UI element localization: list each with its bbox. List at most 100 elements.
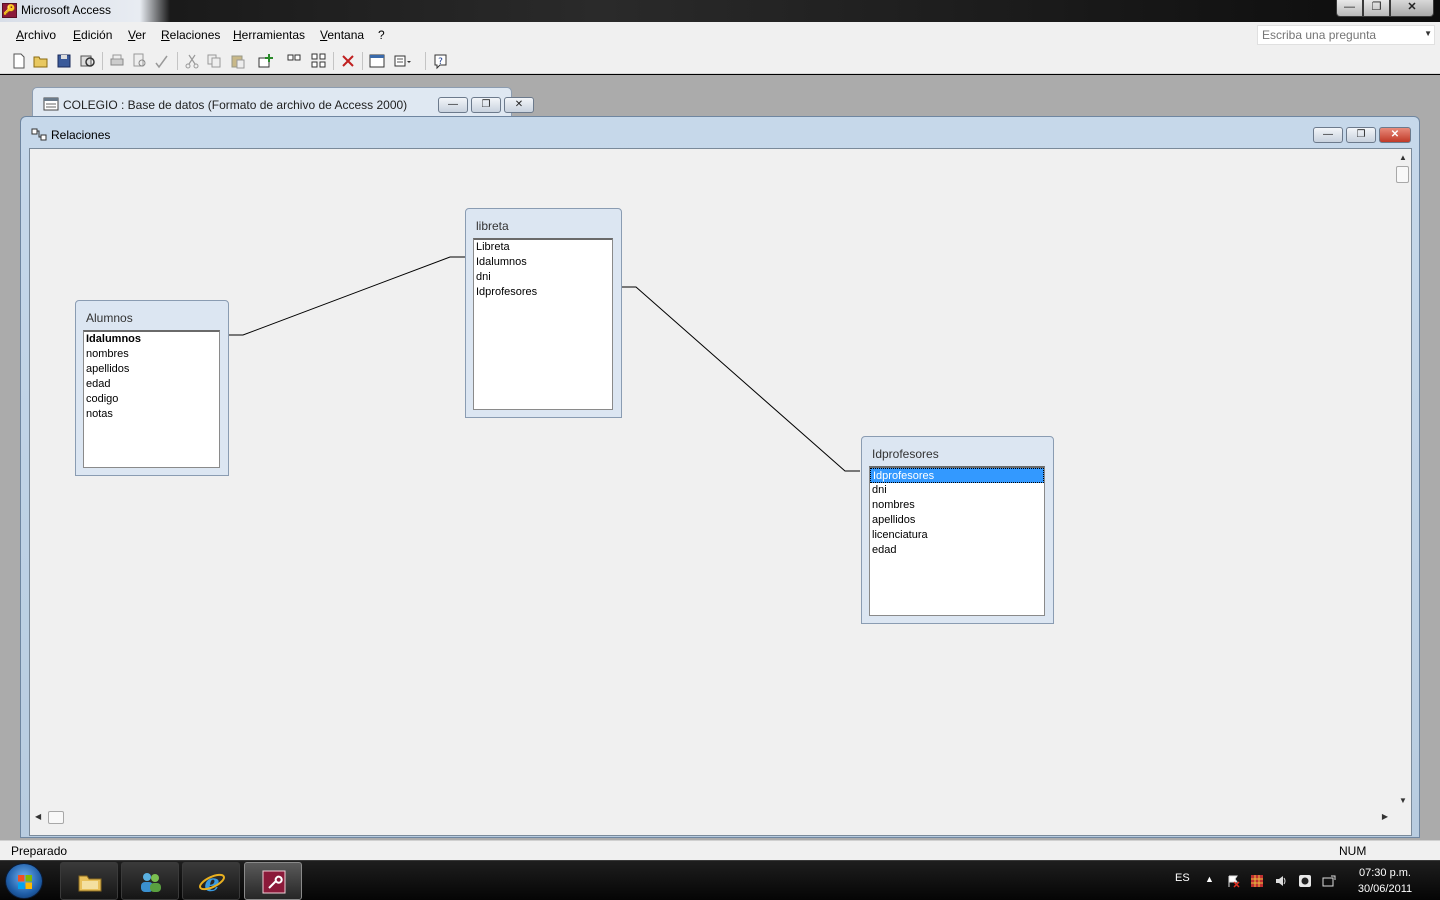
help-icon[interactable]: ? <box>432 52 450 70</box>
show-table-icon[interactable] <box>257 52 275 70</box>
table-libreta[interactable]: libreta Libreta Idalumnos dni Idprofesor… <box>465 208 622 418</box>
table-idprofesores[interactable]: Idprofesores Idprofesores dni nombres ap… <box>861 436 1054 624</box>
menu-ventana[interactable]: Ventana <box>320 28 364 42</box>
clock[interactable]: 07:30 p.m. 30/06/2011 <box>1352 865 1418 897</box>
vertical-scrollbar[interactable]: ▲ ▼ <box>1394 149 1411 809</box>
open-icon[interactable] <box>32 52 50 70</box>
table-idprofesores-title: Idprofesores <box>872 447 939 461</box>
field-edad[interactable]: edad <box>84 377 219 392</box>
field-notas[interactable]: notas <box>84 407 219 422</box>
field-dni[interactable]: dni <box>870 483 1044 498</box>
chevron-down-icon[interactable]: ▼ <box>1424 29 1432 38</box>
new-icon[interactable] <box>10 52 28 70</box>
windows-logo-icon <box>18 875 32 889</box>
field-apellidos[interactable]: apellidos <box>84 362 219 377</box>
taskbar-explorer[interactable] <box>60 862 118 900</box>
window-controls: — ❐ ✕ <box>1336 0 1434 17</box>
start-button[interactable] <box>5 863 43 899</box>
field-idalumnos[interactable]: Idalumnos <box>84 332 219 347</box>
svg-text:?: ? <box>438 57 443 67</box>
print-icon[interactable] <box>108 52 126 70</box>
network-icon[interactable] <box>1322 874 1336 888</box>
relationships-icon <box>31 128 47 145</box>
spelling-icon[interactable] <box>153 52 171 70</box>
database-window-icon[interactable] <box>368 52 386 70</box>
field-idprofesores[interactable]: Idprofesores <box>870 468 1044 483</box>
taskbar-access[interactable] <box>244 862 302 900</box>
save-icon[interactable] <box>55 52 73 70</box>
horizontal-scroll-thumb[interactable] <box>48 811 64 824</box>
clock-time: 07:30 p.m. <box>1359 867 1411 879</box>
taskbar-messenger[interactable] <box>121 862 179 900</box>
horizontal-scrollbar[interactable]: ◀ ▶ <box>30 809 1394 826</box>
table-alumnos[interactable]: Alumnos Idalumnos nombres apellidos edad… <box>75 300 229 476</box>
minimize-button[interactable]: — <box>1336 0 1363 17</box>
scroll-down-icon[interactable]: ▼ <box>1399 796 1407 805</box>
menu-ver[interactable]: Ver <box>128 28 146 42</box>
show-direct-icon[interactable] <box>285 52 303 70</box>
toolbar-separator <box>333 52 334 70</box>
field-nombres[interactable]: nombres <box>84 347 219 362</box>
restore-button[interactable]: ❐ <box>1363 0 1390 17</box>
toolbar-separator <box>362 52 363 70</box>
volume-icon[interactable] <box>1274 874 1288 888</box>
field-codigo[interactable]: codigo <box>84 392 219 407</box>
rel-minimize-button[interactable]: — <box>1313 127 1343 143</box>
app-tray-icon[interactable] <box>1250 874 1264 888</box>
status-text: Preparado <box>11 844 68 858</box>
action-center-icon[interactable] <box>1226 874 1240 888</box>
field-idprofesores[interactable]: Idprofesores <box>474 285 612 300</box>
show-hidden-icons-icon[interactable]: ▲ <box>1205 874 1214 884</box>
rel-close-button[interactable]: ✕ <box>1379 127 1411 143</box>
show-all-icon[interactable] <box>310 52 328 70</box>
explorer-icon <box>78 875 102 892</box>
scroll-right-icon[interactable]: ▶ <box>1382 812 1388 821</box>
taskbar-internet-explorer[interactable]: e <box>182 862 240 900</box>
relationships-window-controls: — ❐ ✕ <box>1313 127 1411 143</box>
scroll-up-icon[interactable]: ▲ <box>1399 153 1407 162</box>
field-apellidos[interactable]: apellidos <box>870 513 1044 528</box>
svg-text:e: e <box>204 868 219 896</box>
copy-icon[interactable] <box>205 52 223 70</box>
table-libreta-title: libreta <box>476 219 509 233</box>
menu-herramientas[interactable]: Herramientas <box>233 28 305 42</box>
field-libreta[interactable]: Libreta <box>474 240 612 255</box>
field-nombres[interactable]: nombres <box>870 498 1044 513</box>
field-idalumnos[interactable]: Idalumnos <box>474 255 612 270</box>
menu-bar: Archivo Edición Ver Relaciones Herramien… <box>0 22 1440 48</box>
menu-archivo[interactable]: Archivo <box>16 28 56 42</box>
field-dni[interactable]: dni <box>474 270 612 285</box>
menu-help[interactable]: ? <box>378 28 385 42</box>
close-button[interactable]: ✕ <box>1390 0 1434 17</box>
ask-question-input[interactable] <box>1262 28 1417 42</box>
security-icon[interactable] <box>1298 874 1312 888</box>
ask-question-box[interactable]: ▼ <box>1257 25 1435 45</box>
field-list[interactable]: Libreta Idalumnos dni Idprofesores <box>473 238 613 410</box>
field-list[interactable]: Idprofesores dni nombres apellidos licen… <box>869 466 1045 616</box>
rel-restore-button[interactable]: ❐ <box>1346 127 1376 143</box>
db-minimize-button[interactable]: — <box>438 97 468 113</box>
menu-relaciones[interactable]: Relaciones <box>161 28 220 42</box>
delete-icon[interactable] <box>339 52 357 70</box>
field-list[interactable]: Idalumnos nombres apellidos edad codigo … <box>83 330 220 468</box>
vertical-scroll-thumb[interactable] <box>1396 166 1409 183</box>
access-app-icon[interactable]: 🔑 <box>2 3 17 18</box>
db-close-button[interactable]: ✕ <box>504 97 534 113</box>
database-window[interactable]: COLEGIO : Base de datos (Formato de arch… <box>32 87 534 119</box>
relationships-canvas[interactable]: Alumnos Idalumnos nombres apellidos edad… <box>29 148 1412 836</box>
menu-edicion[interactable]: Edición <box>73 28 112 42</box>
field-licenciatura[interactable]: licenciatura <box>870 528 1044 543</box>
field-edad[interactable]: edad <box>870 543 1044 558</box>
paste-icon[interactable] <box>229 52 247 70</box>
messenger-icon <box>141 873 161 892</box>
language-indicator[interactable]: ES <box>1175 872 1190 884</box>
taskbar: e ES ▲ 07:30 p.m. 30/06/2011 <box>0 860 1440 900</box>
new-object-icon[interactable] <box>393 52 411 70</box>
scroll-left-icon[interactable]: ◀ <box>35 812 41 821</box>
db-restore-button[interactable]: ❐ <box>471 97 501 113</box>
title-bar: 🔑 Microsoft Access — ❐ ✕ <box>0 0 1440 22</box>
cut-icon[interactable] <box>183 52 201 70</box>
print-preview-icon[interactable] <box>131 52 149 70</box>
search-icon[interactable] <box>79 52 97 70</box>
toolbar-separator <box>102 52 103 70</box>
